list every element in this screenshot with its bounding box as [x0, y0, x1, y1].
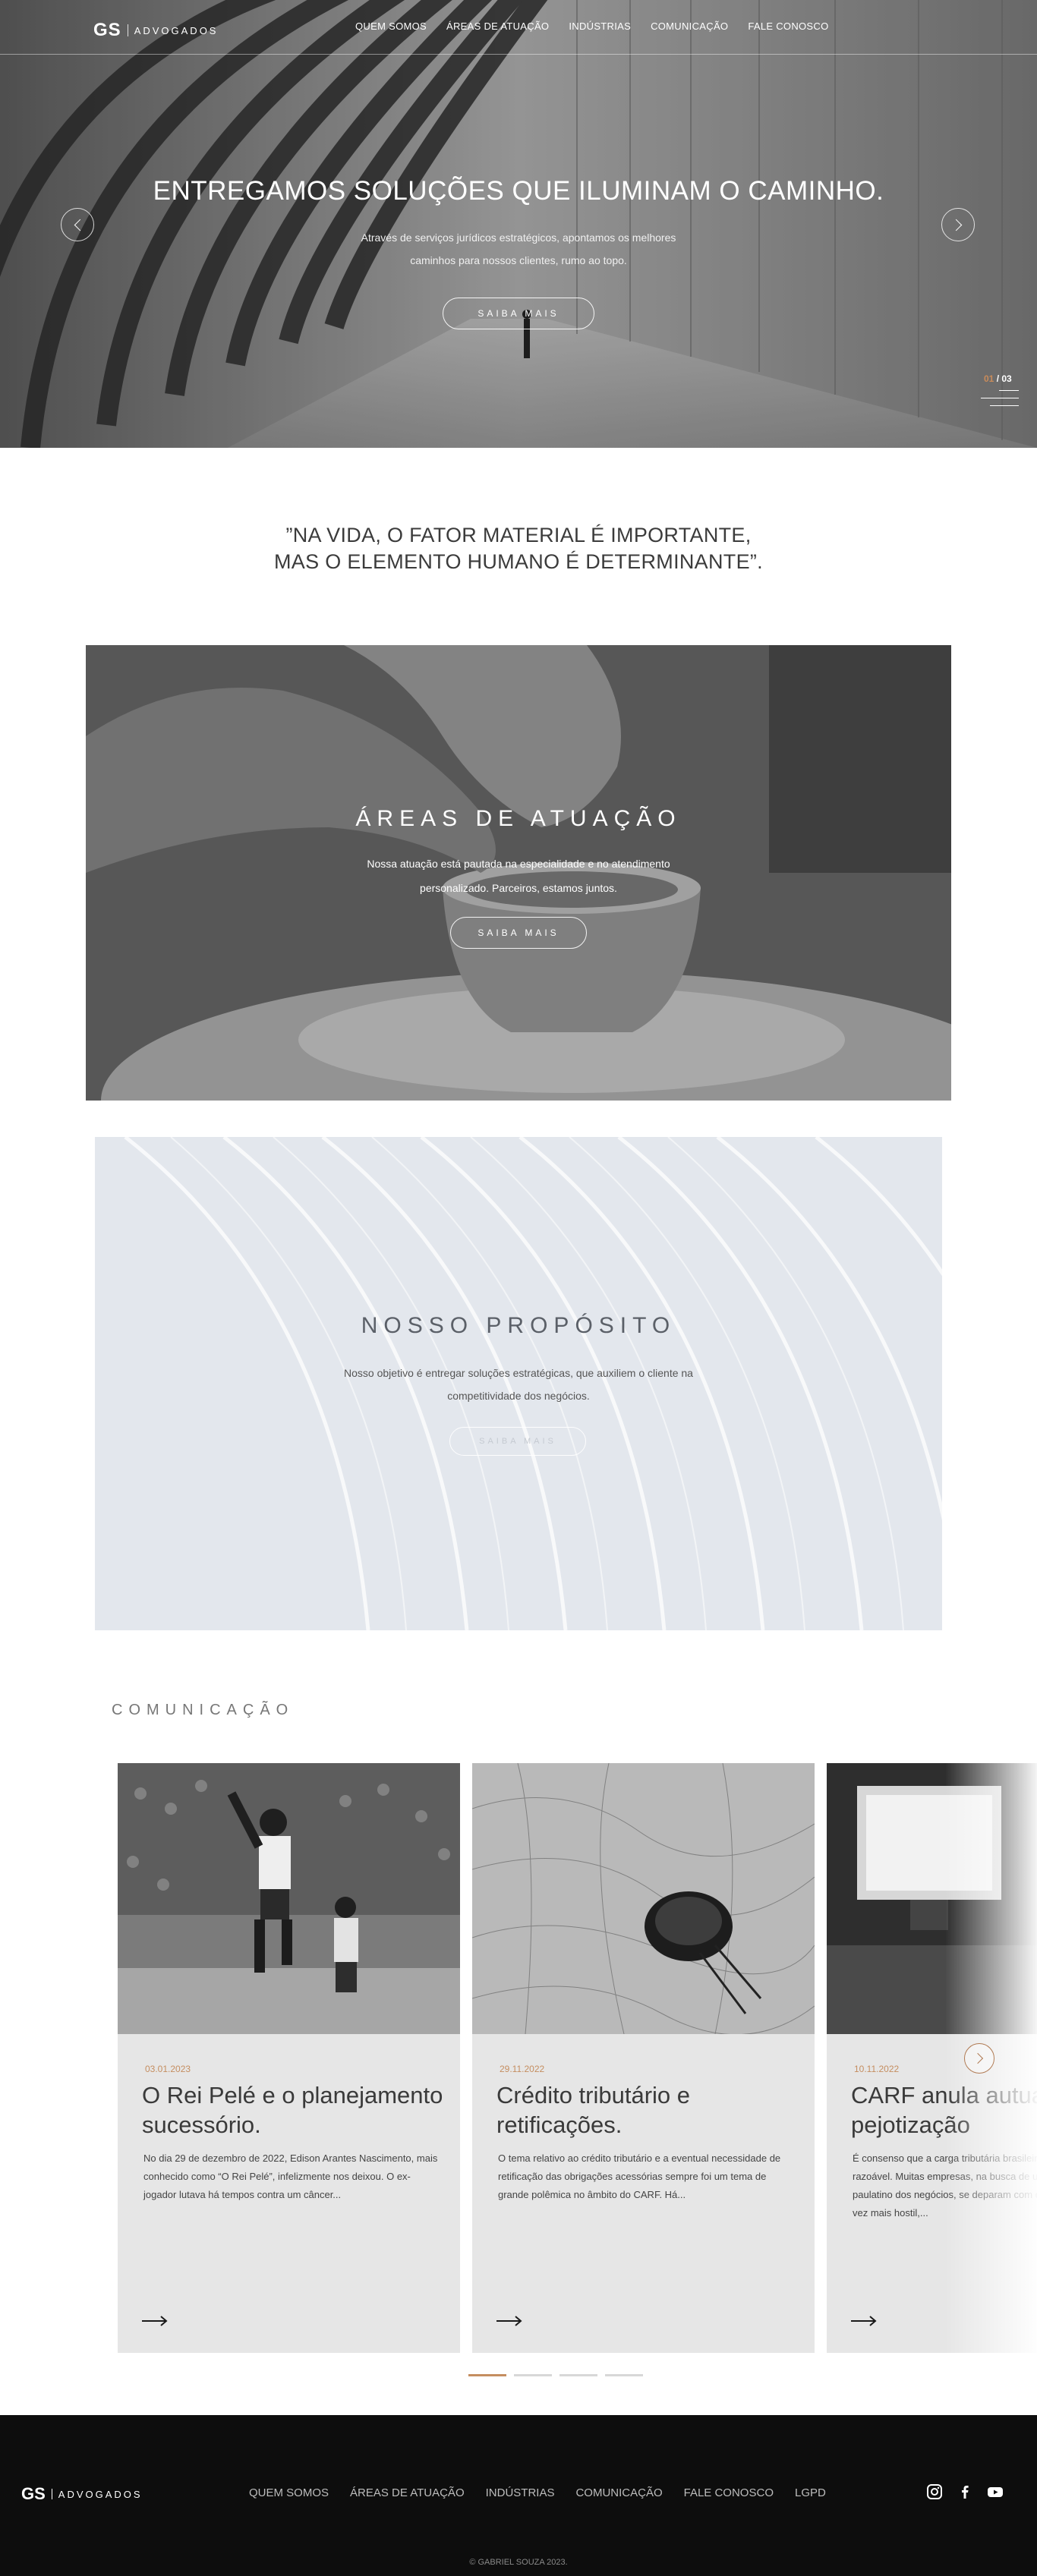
- hero-slider: GS ADVOGADOS QUEM SOMOS ÁREAS DE ATUAÇÃO…: [0, 0, 1037, 448]
- nav-link-comunicacao[interactable]: COMUNICAÇÃO: [651, 20, 728, 32]
- news-excerpt: No dia 29 de dezembro de 2022, Edison Ar…: [143, 2152, 438, 2200]
- chevron-left-icon[interactable]: [61, 208, 94, 241]
- quote-block: ”NA VIDA, O FATOR MATERIAL É IMPORTANTE,…: [0, 522, 1037, 575]
- proposito-subtitle: Nosso objetivo é entregar soluções estra…: [344, 1367, 693, 1402]
- footer-menu: QUEM SOMOS ÁREAS DE ATUAÇÃO INDÚSTRIAS C…: [249, 2486, 826, 2499]
- copyright: © GABRIEL SOUZA 2023.: [469, 2558, 568, 2567]
- hero-saiba-mais-button[interactable]: SAIBA MAIS: [443, 298, 594, 329]
- news-title[interactable]: Crédito tributário e retificações.: [496, 2080, 800, 2140]
- proposito-saiba-mais-button[interactable]: SAIBA MAIS: [449, 1427, 586, 1456]
- chevron-right-icon[interactable]: [964, 2043, 994, 2074]
- footer-link-quem-somos[interactable]: QUEM SOMOS: [249, 2486, 329, 2499]
- nav-link-areas[interactable]: ÁREAS DE ATUAÇÃO: [446, 20, 549, 32]
- slide-total: / 03: [996, 373, 1012, 384]
- nav-link-fale-conosco[interactable]: FALE CONOSCO: [748, 20, 828, 32]
- nav-link-quem-somos[interactable]: QUEM SOMOS: [355, 20, 427, 32]
- page: GS ADVOGADOS QUEM SOMOS ÁREAS DE ATUAÇÃO…: [0, 0, 1037, 2576]
- quote-line-1: ”NA VIDA, O FATOR MATERIAL É IMPORTANTE,: [285, 524, 752, 546]
- news-card-image-football: [118, 1763, 460, 2034]
- areas-title: ÁREAS DE ATUAÇÃO: [355, 806, 682, 831]
- areas-saiba-mais-button[interactable]: SAIBA MAIS: [450, 917, 587, 949]
- news-card[interactable]: 29.11.2022 Crédito tributário e retifica…: [472, 1763, 815, 2353]
- news-excerpt: O tema relativo ao crédito tributário e …: [498, 2152, 781, 2200]
- hero-background-image: [0, 0, 1037, 448]
- news-carousel: 03.01.2023 O Rei Pelé e o planejamento s…: [118, 1763, 1037, 2353]
- instagram-icon[interactable]: [926, 2483, 943, 2500]
- news-date: 03.01.2023: [145, 2064, 191, 2074]
- footer-link-areas[interactable]: ÁREAS DE ATUAÇÃO: [350, 2486, 465, 2499]
- logo-name: ADVOGADOS: [58, 2488, 143, 2500]
- brand-logo[interactable]: GS ADVOGADOS: [93, 20, 218, 41]
- nav-link-industrias[interactable]: INDÚSTRIAS: [569, 20, 631, 32]
- footer-link-industrias[interactable]: INDÚSTRIAS: [486, 2486, 555, 2499]
- menu-line: [999, 390, 1019, 391]
- slide-current: 01: [984, 373, 994, 384]
- proposito-banner: NOSSO PROPÓSITO Nosso objetivo é entrega…: [95, 1137, 942, 1630]
- social-links: [926, 2483, 1004, 2500]
- quote-line-2: MAS O ELEMENTO HUMANO É DETERMINANTE”.: [274, 550, 763, 573]
- news-card-image-map-compass: [472, 1763, 815, 2034]
- carousel-pagination: [468, 2374, 643, 2376]
- logo-initials: GS: [93, 20, 121, 40]
- hero-subtitle: Através de serviços jurídicos estratégic…: [361, 231, 676, 266]
- youtube-icon[interactable]: [987, 2483, 1004, 2500]
- main-menu: QUEM SOMOS ÁREAS DE ATUAÇÃO INDÚSTRIAS C…: [355, 20, 829, 32]
- footer-logo[interactable]: GS ADVOGADOS: [21, 2484, 143, 2504]
- arrow-right-icon[interactable]: [142, 2316, 168, 2326]
- areas-banner: ÁREAS DE ATUAÇÃO Nossa atuação está paut…: [86, 645, 951, 1101]
- footer-link-lgpd[interactable]: LGPD: [795, 2486, 826, 2499]
- news-title[interactable]: O Rei Pelé e o planejamento sucessório.: [142, 2080, 446, 2140]
- logo-initials: GS: [21, 2484, 46, 2503]
- footer: GS ADVOGADOS QUEM SOMOS ÁREAS DE ATUAÇÃO…: [0, 2415, 1037, 2576]
- top-navigation: GS ADVOGADOS QUEM SOMOS ÁREAS DE ATUAÇÃO…: [0, 0, 1037, 55]
- hero-title: ENTREGAMOS SOLUÇÕES QUE ILUMINAM O CAMIN…: [153, 176, 884, 206]
- comunicacao-title: COMUNICAÇÃO: [112, 1702, 295, 1718]
- chevron-right-icon[interactable]: [941, 208, 975, 241]
- menu-line: [990, 405, 1019, 406]
- pagination-dot[interactable]: [514, 2374, 552, 2376]
- pagination-dot[interactable]: [468, 2374, 506, 2376]
- areas-subtitle: Nossa atuação está pautada na especialid…: [367, 858, 670, 894]
- pagination-dot[interactable]: [559, 2374, 597, 2376]
- logo-name: ADVOGADOS: [134, 24, 219, 36]
- proposito-title: NOSSO PROPÓSITO: [361, 1313, 676, 1338]
- arrow-right-icon[interactable]: [496, 2316, 522, 2326]
- slide-counter: 01 / 03: [984, 373, 1012, 384]
- footer-link-comunicacao[interactable]: COMUNICAÇÃO: [575, 2486, 662, 2499]
- hamburger-menu-icon[interactable]: [981, 387, 1019, 408]
- arrow-right-icon[interactable]: [851, 2316, 877, 2326]
- news-date: 10.11.2022: [854, 2064, 900, 2074]
- news-date: 29.11.2022: [500, 2064, 545, 2074]
- pagination-dot[interactable]: [605, 2374, 643, 2376]
- footer-link-fale-conosco[interactable]: FALE CONOSCO: [684, 2486, 774, 2499]
- facebook-icon[interactable]: [957, 2483, 973, 2500]
- news-card[interactable]: 03.01.2023 O Rei Pelé e o planejamento s…: [118, 1763, 460, 2353]
